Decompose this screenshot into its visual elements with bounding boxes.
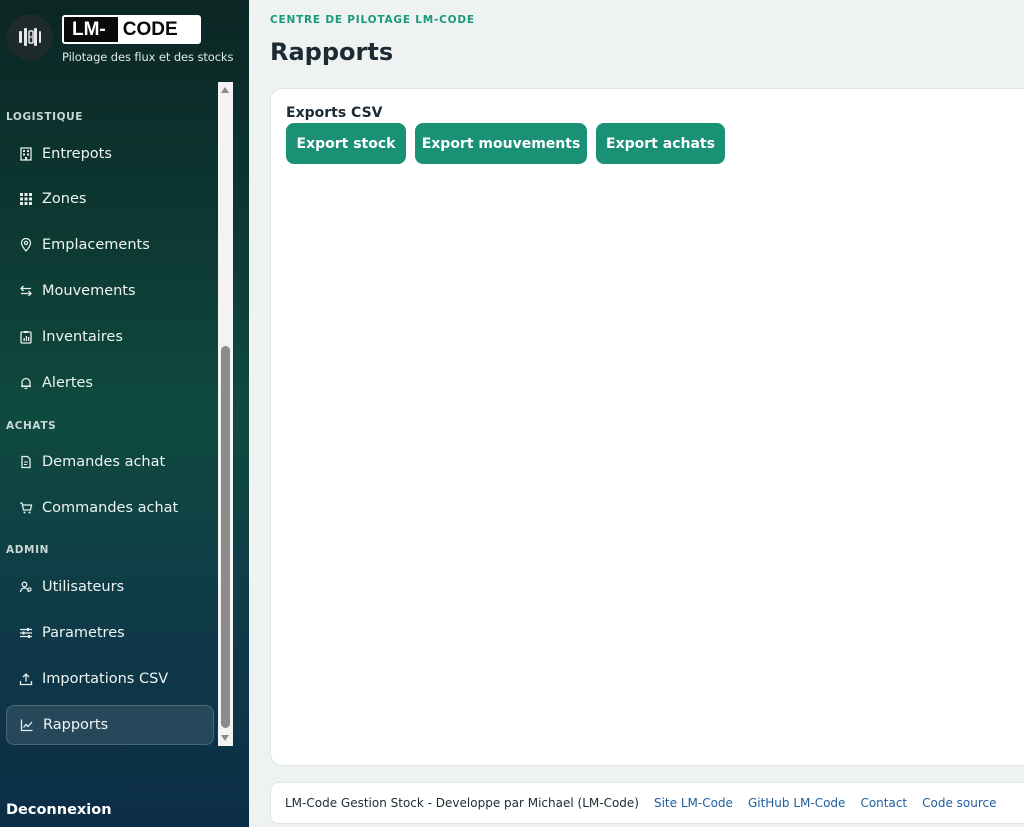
brand-wordmark-right: CODE [122,19,178,40]
section-label-admin: ADMIN [6,544,49,556]
footer-link-source[interactable]: Code source [922,796,996,810]
export-achats-button[interactable]: Export achats [596,123,725,164]
users-icon [18,579,34,595]
sidebar-item-label: Mouvements [42,283,136,299]
sidebar-item-mouvements[interactable]: Mouvements [6,271,214,311]
sidebar-item-label: Demandes achat [42,454,166,470]
sidebar-item-commandes-achat[interactable]: Commandes achat [6,488,214,528]
sidebar-item-label: Alertes [42,375,93,391]
grid-icon [18,191,34,207]
sidebar-item-label: Rapports [43,717,109,733]
exports-card: Exports CSV Export stock Export mouvemen… [270,88,1024,766]
section-label-logistique: LOGISTIQUE [6,111,84,123]
brand-wordmark[interactable]: LM- CODE [62,15,201,44]
arrows-swap-icon [18,283,34,299]
brand-tagline: Pilotage des flux et des stocks [62,50,234,64]
sidebar-item-label: Zones [42,191,87,207]
sidebar-item-label: Entrepots [42,146,112,162]
page-footer: LM-Code Gestion Stock - Developpe par Mi… [270,782,1024,824]
section-label-achats: ACHATS [6,420,57,432]
building-icon [18,146,34,162]
cart-icon [18,500,34,516]
sidebar-item-utilisateurs[interactable]: Utilisateurs [6,567,214,607]
sidebar-item-emplacements[interactable]: Emplacements [6,225,214,265]
logout-link[interactable]: Deconnexion [6,802,112,818]
sidebar-item-label: Inventaires [42,329,123,345]
brand: LM- CODE Pilotage des flux et des stocks [0,0,249,80]
sidebar-item-alertes[interactable]: Alertes [6,363,214,403]
brand-wordmark-left: LM- [64,17,118,42]
export-mouvements-button[interactable]: Export mouvements [415,123,587,164]
sidebar-scrollbar[interactable] [218,82,233,746]
upload-icon [18,671,34,687]
scrollbar-thumb[interactable] [221,346,230,728]
exports-card-title: Exports CSV [286,105,383,121]
page-title: Rapports [270,38,394,66]
sliders-icon [18,625,34,641]
page-eyebrow: CENTRE DE PILOTAGE LM-CODE [270,14,475,26]
scroll-up-arrow-icon[interactable] [221,87,229,93]
export-stock-button[interactable]: Export stock [286,123,406,164]
sidebar-item-entrepots[interactable]: Entrepots [6,134,214,174]
sidebar-item-label: Parametres [42,625,125,641]
footer-link-site[interactable]: Site LM-Code [654,796,733,810]
chart-line-icon [19,717,35,733]
sidebar-item-inventaires[interactable]: Inventaires [6,317,214,357]
sidebar: LM- CODE Pilotage des flux et des stocks… [0,0,249,827]
sidebar-item-label: Utilisateurs [42,579,125,595]
footer-link-contact[interactable]: Contact [860,796,907,810]
clipboard-chart-icon [18,329,34,345]
sidebar-item-zones[interactable]: Zones [6,179,214,219]
scroll-down-arrow-icon[interactable] [221,735,229,741]
sidebar-nav: LOGISTIQUE Entrepots Zones Emplacements … [0,82,232,746]
sidebar-item-importations-csv[interactable]: Importations CSV [6,659,214,699]
footer-link-github[interactable]: GitHub LM-Code [748,796,846,810]
sidebar-item-parametres[interactable]: Parametres [6,613,214,653]
document-icon [18,454,34,470]
footer-credit: LM-Code Gestion Stock - Developpe par Mi… [285,796,639,810]
map-pin-icon [18,237,34,253]
main-content: CENTRE DE PILOTAGE LM-CODE Rapports Expo… [249,0,1024,827]
bell-icon [18,375,34,391]
sidebar-item-label: Importations CSV [42,671,169,687]
sidebar-item-rapports[interactable]: Rapports [6,705,214,745]
sidebar-item-label: Commandes achat [42,500,179,516]
sidebar-item-demandes-achat[interactable]: Demandes achat [6,442,214,482]
brand-logo-icon [7,14,53,60]
sidebar-item-label: Emplacements [42,237,150,253]
